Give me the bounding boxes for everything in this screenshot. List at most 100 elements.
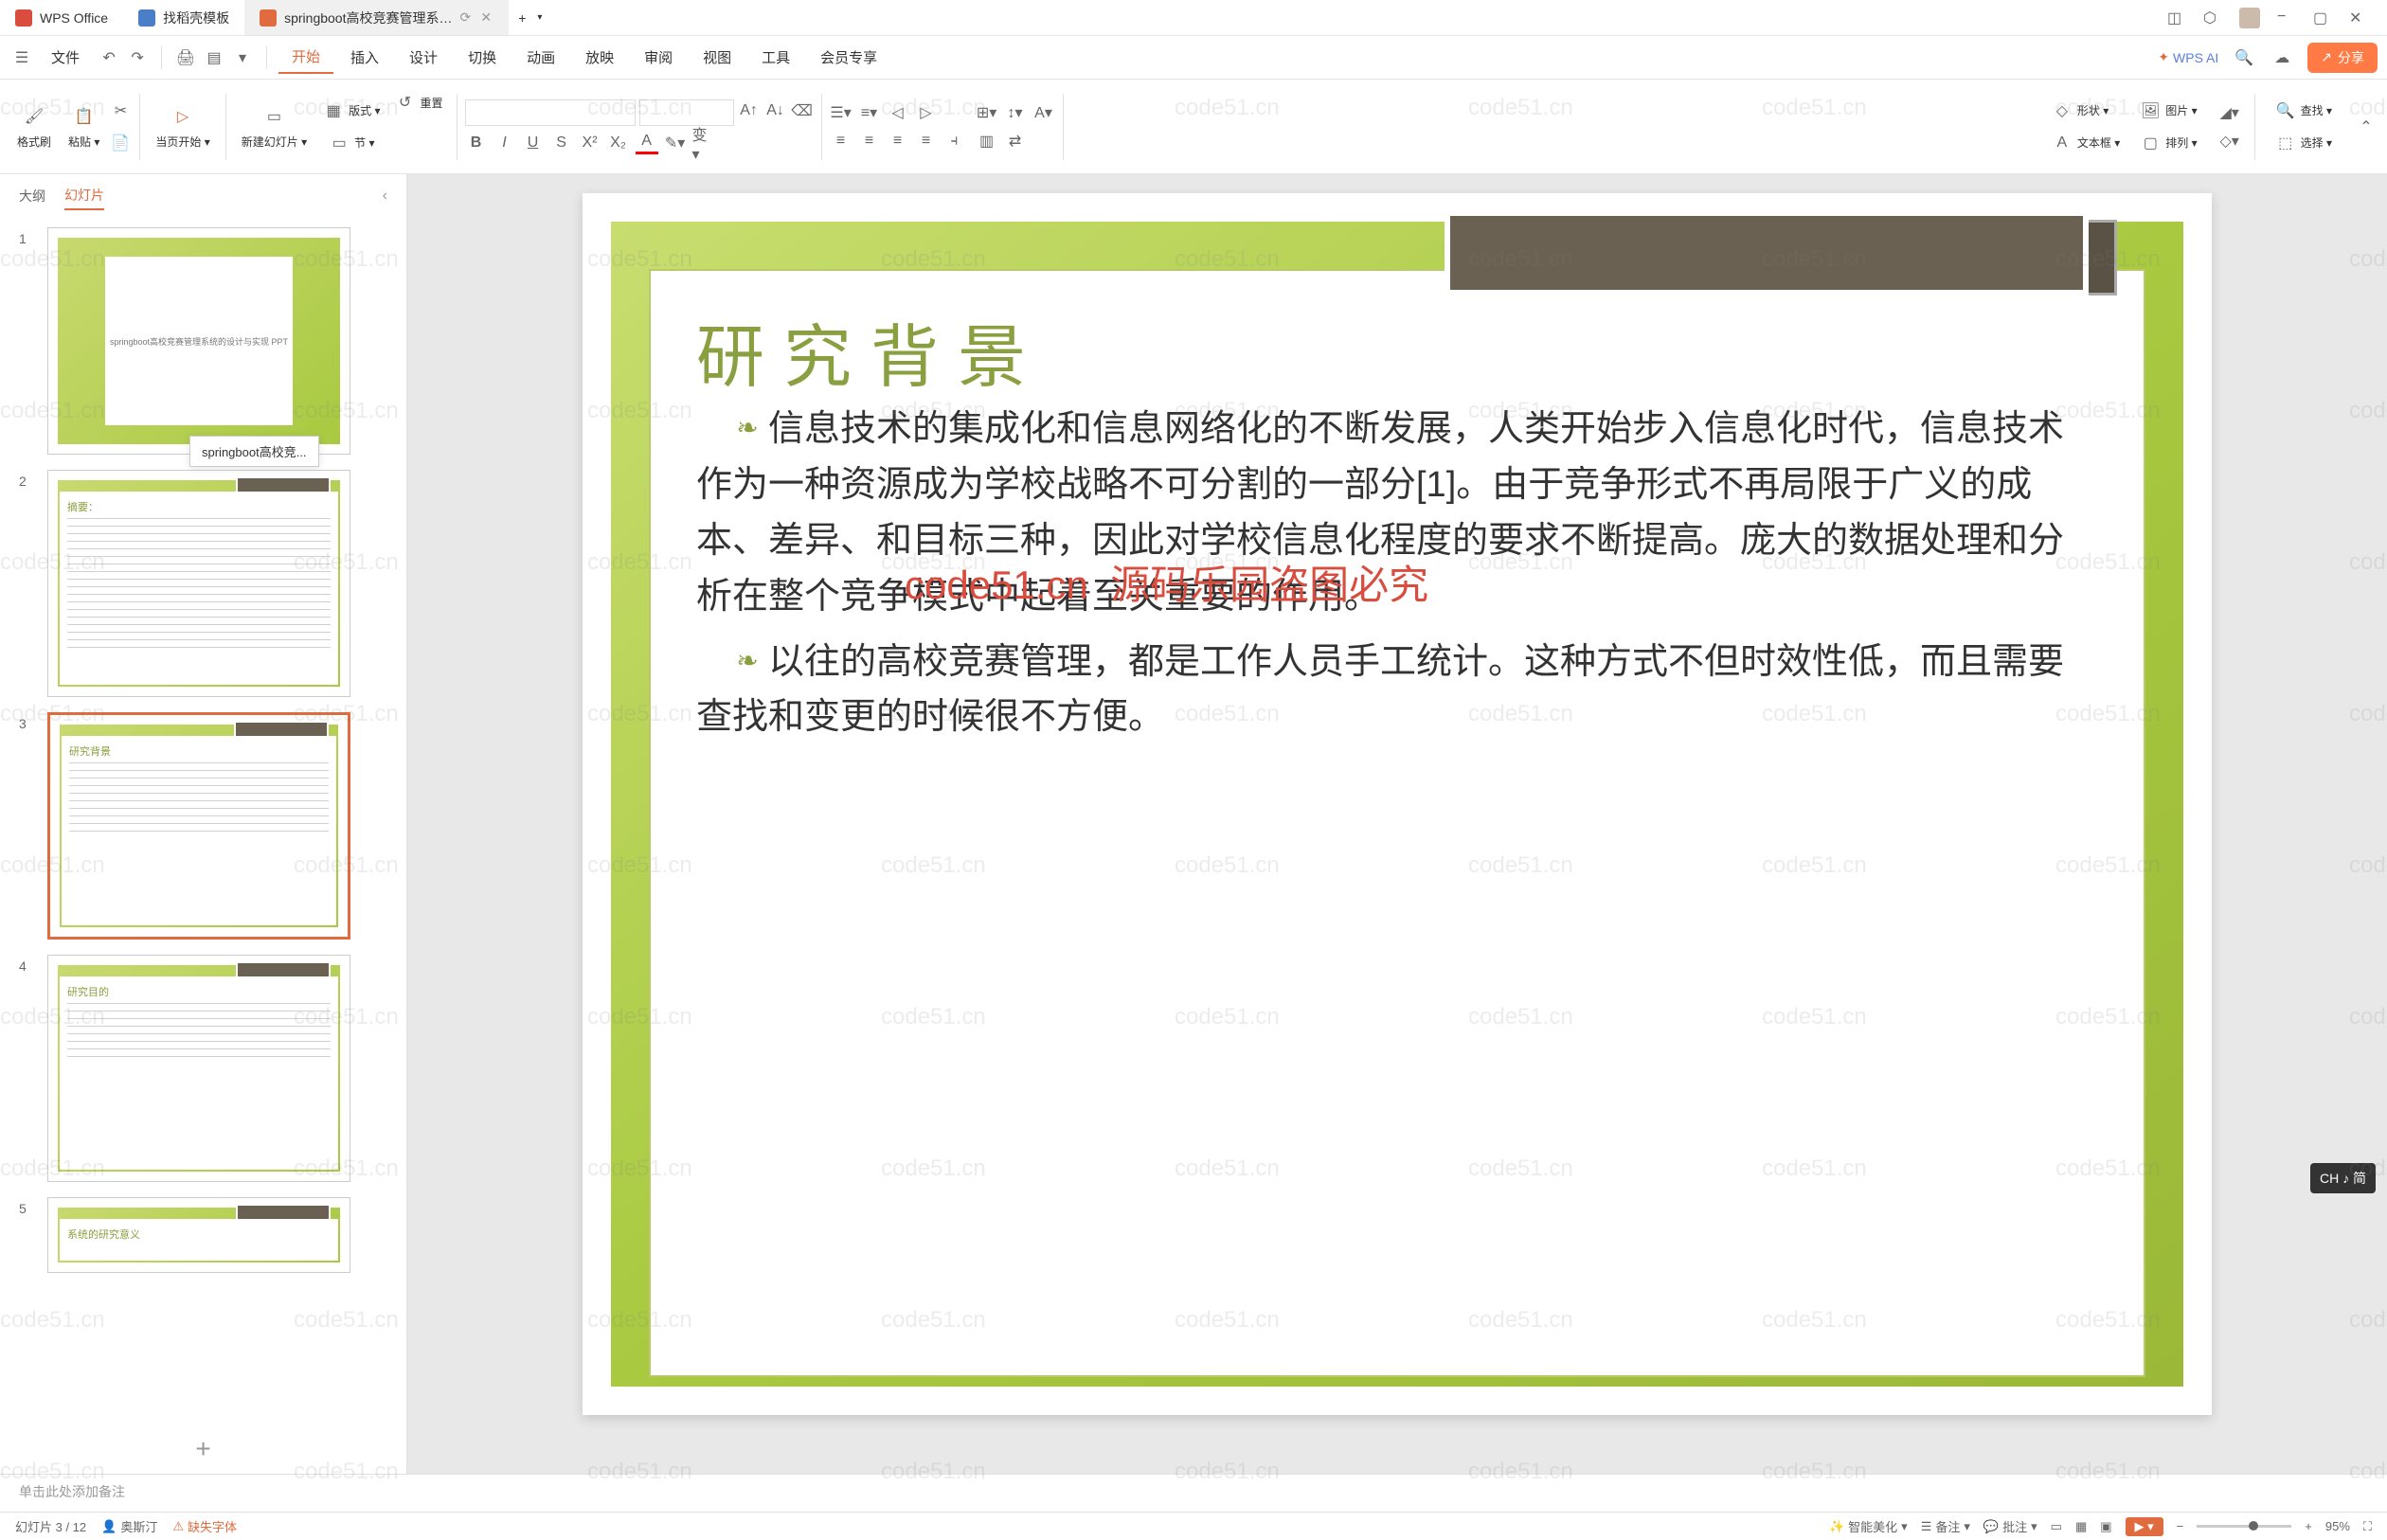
slide-main[interactable]: 研究背景 信息技术的集成化和信息网络化的不断发展，人类开始步入信息化时代，信息技…	[583, 193, 2212, 1415]
menu-member[interactable]: 会员专享	[807, 42, 890, 73]
zoom-in-button[interactable]: +	[2305, 1519, 2312, 1533]
slide-heading[interactable]: 研究背景	[696, 301, 1045, 401]
close-window-icon[interactable]: ✕	[2349, 9, 2368, 27]
menu-file[interactable]: 文件	[38, 42, 93, 73]
text-direction-icon[interactable]: ⊞▾	[976, 101, 998, 124]
decrease-indent-icon[interactable]: ◁	[887, 101, 909, 124]
menu-view[interactable]: 视图	[690, 42, 745, 73]
italic-icon[interactable]: I	[494, 132, 516, 154]
view-normal-icon[interactable]: ▭	[2051, 1519, 2062, 1534]
tab-slides[interactable]: 幻灯片	[64, 182, 104, 210]
increase-indent-icon[interactable]: ▷	[915, 101, 938, 124]
wps-ai-button[interactable]: ✦ WPS AI	[2158, 49, 2218, 65]
new-slide-button[interactable]: ▭ 新建幻灯片 ▾	[234, 99, 314, 153]
shape-button[interactable]: ◇ 形状 ▾	[2045, 98, 2126, 124]
subscript-icon[interactable]: X₂	[607, 132, 630, 154]
convert-icon[interactable]: ⇄	[1004, 130, 1027, 152]
slide-canvas[interactable]: 研究背景 信息技术的集成化和信息网络化的不断发展，人类开始步入信息化时代，信息技…	[407, 174, 2387, 1474]
hamburger-icon[interactable]: ☰	[9, 45, 34, 70]
notes-area[interactable]: 单击此处添加备注	[0, 1474, 2387, 1512]
play-slideshow-button[interactable]: ▶ ▾	[2126, 1517, 2163, 1536]
align-center-icon[interactable]: ≡	[858, 130, 881, 152]
share-button[interactable]: ↗ 分享	[2307, 43, 2378, 73]
font-color-icon[interactable]: A	[636, 132, 658, 154]
more-icon[interactable]: ▾	[230, 45, 255, 70]
increase-font-icon[interactable]: A↑	[738, 99, 761, 122]
maximize-icon[interactable]: ▢	[2313, 9, 2332, 27]
tab-template[interactable]: 找稻壳模板	[123, 0, 244, 35]
layout-button[interactable]: ▦ 版式 ▾	[316, 98, 386, 124]
copy-icon[interactable]: 📄	[109, 132, 132, 154]
align-left-icon[interactable]: ≡	[830, 130, 852, 152]
outline-color-icon[interactable]: ◇▾	[2218, 130, 2241, 152]
strikethrough-icon[interactable]: S	[550, 132, 573, 154]
slide-thumbnail-3[interactable]: 3 研究背景	[19, 712, 387, 940]
redo-icon[interactable]: ↷	[125, 45, 150, 70]
bullets-icon[interactable]: ☰▾	[830, 101, 852, 124]
menu-slideshow[interactable]: 放映	[572, 42, 627, 73]
underline-icon[interactable]: U	[522, 132, 545, 154]
tab-current-doc[interactable]: springboot高校竞赛管理系… ⟳ ✕	[244, 0, 509, 35]
cut-icon[interactable]: ✂	[109, 99, 132, 122]
clear-format-icon[interactable]: ⌫	[791, 99, 814, 122]
menu-start[interactable]: 开始	[278, 41, 333, 74]
align-right-icon[interactable]: ≡	[887, 130, 909, 152]
search-icon[interactable]: 🔍	[2232, 45, 2256, 70]
minimize-icon[interactable]: −	[2277, 9, 2296, 27]
menu-review[interactable]: 审阅	[631, 42, 686, 73]
zoom-handle[interactable]	[2249, 1521, 2258, 1531]
menu-tools[interactable]: 工具	[748, 42, 803, 73]
menu-design[interactable]: 设计	[396, 42, 451, 73]
reset-button[interactable]: ↺ 重置	[388, 89, 449, 116]
missing-font-button[interactable]: ⚠ 缺失字体	[172, 1517, 237, 1535]
menu-animation[interactable]: 动画	[513, 42, 568, 73]
new-tab-button[interactable]: + ▾	[509, 0, 551, 35]
notes-toggle[interactable]: ☰ 备注 ▾	[1921, 1517, 1970, 1535]
print-preview-icon[interactable]: ▤	[202, 45, 226, 70]
add-slide-button[interactable]: +	[195, 1434, 210, 1464]
slide-list[interactable]: 1 springboot高校竞赛管理系统的设计与实现 PPT springboo…	[0, 218, 406, 1424]
tab-outline[interactable]: 大纲	[19, 183, 45, 209]
slide-thumbnail-2[interactable]: 2 摘要：	[19, 470, 387, 697]
slide-thumbnail-5[interactable]: 5 系统的研究意义	[19, 1197, 387, 1273]
text-align-vert-icon[interactable]: A▾	[1032, 101, 1055, 124]
menu-transition[interactable]: 切换	[455, 42, 510, 73]
fit-window-icon[interactable]: ⛶	[2363, 1519, 2372, 1534]
text-effects-icon[interactable]: 变▾	[692, 132, 715, 154]
line-spacing-icon[interactable]: ↕▾	[1004, 101, 1027, 124]
print-icon[interactable]: 🖨	[173, 45, 198, 70]
paste-button[interactable]: 📋 粘贴 ▾	[61, 99, 107, 153]
picture-button[interactable]: 🖼 图片 ▾	[2133, 98, 2202, 124]
fill-color-icon[interactable]: ◢▾	[2218, 101, 2241, 124]
avatar-icon[interactable]	[2239, 8, 2260, 28]
window-icon[interactable]: ◫	[2167, 9, 2186, 27]
find-button[interactable]: 🔍 查找 ▾	[2269, 98, 2338, 124]
zoom-out-button[interactable]: −	[2177, 1519, 2184, 1533]
highlight-icon[interactable]: ✎▾	[664, 132, 687, 154]
review-toggle[interactable]: 💬 批注 ▾	[1983, 1517, 2037, 1535]
cube-icon[interactable]: ⬡	[2203, 9, 2222, 27]
bold-icon[interactable]: B	[465, 132, 488, 154]
view-reading-icon[interactable]: ▣	[2100, 1519, 2111, 1534]
columns-icon[interactable]: ▥	[976, 130, 998, 152]
author-button[interactable]: 👤 奥斯汀	[101, 1517, 157, 1535]
numbering-icon[interactable]: ≡▾	[858, 101, 881, 124]
collapse-panel-icon[interactable]: ‹	[383, 188, 387, 205]
beautify-button[interactable]: ✨ 智能美化 ▾	[1829, 1517, 1908, 1535]
zoom-slider[interactable]	[2197, 1525, 2291, 1528]
section-button[interactable]: ▭ 节 ▾	[322, 130, 380, 156]
slide-thumbnail-4[interactable]: 4 研究目的	[19, 955, 387, 1182]
from-current-button[interactable]: ▷ 当页开始 ▾	[148, 99, 217, 153]
view-sorter-icon[interactable]: ▦	[2075, 1519, 2087, 1534]
textbox-button[interactable]: A 文本框 ▾	[2045, 130, 2126, 156]
zoom-level[interactable]: 95%	[2325, 1519, 2350, 1533]
ime-indicator[interactable]: CH ♪ 简	[2310, 1163, 2376, 1193]
close-icon[interactable]: ✕	[478, 10, 494, 26]
align-justify-icon[interactable]: ≡	[915, 130, 938, 152]
collapse-ribbon-icon[interactable]: ⌃	[2355, 116, 2378, 138]
distribute-icon[interactable]: ⫞	[943, 130, 966, 152]
arrange-button[interactable]: ▢ 排列 ▾	[2133, 130, 2202, 156]
superscript-icon[interactable]: X²	[579, 132, 601, 154]
font-size-select[interactable]	[639, 99, 734, 126]
font-family-select[interactable]	[465, 99, 636, 126]
